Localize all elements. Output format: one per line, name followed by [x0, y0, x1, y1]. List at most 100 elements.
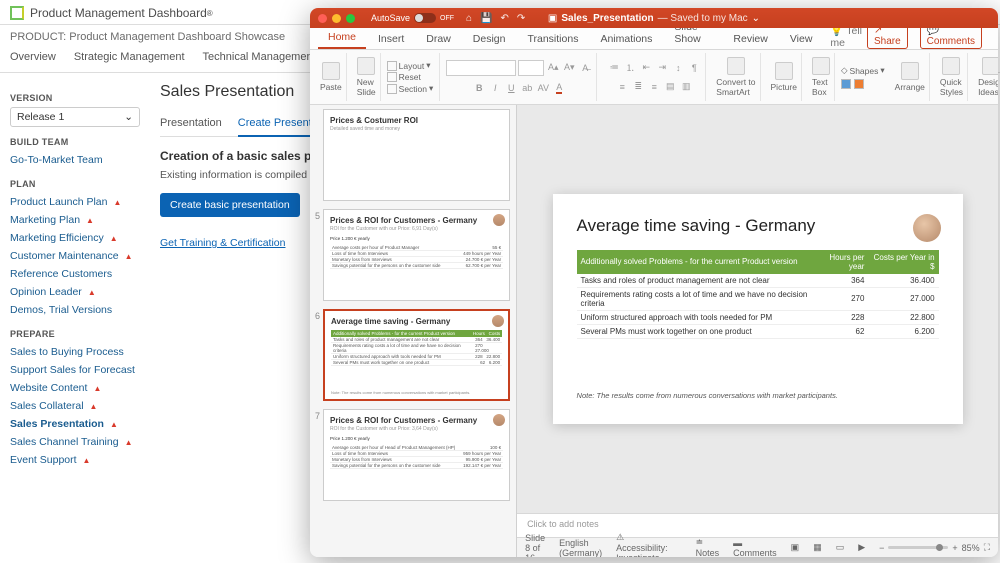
sidebar-item-marketing-efficiency[interactable]: Marketing Efficiency [10, 229, 140, 247]
indent-left-icon[interactable]: ⇤ [639, 61, 653, 75]
ribbon-tab-view[interactable]: View [780, 29, 823, 49]
sidebar-item-sales-channel-training[interactable]: Sales Channel Training [10, 433, 140, 451]
sidebar-item-marketing-plan[interactable]: Marketing Plan [10, 211, 140, 229]
main-tab-overview[interactable]: Overview [10, 45, 56, 72]
slide-thumbnail[interactable]: Prices & Costumer ROIDetailed saved time… [323, 109, 510, 201]
ribbon-tab-transitions[interactable]: Transitions [517, 29, 588, 49]
ribbon-tab-home[interactable]: Home [318, 27, 366, 49]
slideshow-view-icon[interactable]: ▶ [858, 542, 865, 553]
reset-button[interactable]: Reset [387, 72, 434, 82]
subtab-presentation[interactable]: Presentation [160, 113, 222, 136]
convert-smartart-button[interactable]: Convert to SmartArt [712, 53, 760, 101]
notes-pane[interactable]: Click to add notes [517, 513, 998, 537]
normal-view-icon[interactable]: ▣ [791, 542, 800, 553]
numbering-icon[interactable]: ⒈ [623, 61, 637, 75]
strike-icon[interactable]: ab [520, 81, 534, 95]
zoom-out-icon[interactable]: − [879, 543, 884, 553]
version-select[interactable]: Release 1⌄ [10, 107, 140, 127]
justify-icon[interactable]: ▤ [663, 80, 677, 94]
indent-right-icon[interactable]: ⇥ [655, 61, 669, 75]
reading-view-icon[interactable]: ▭ [836, 542, 845, 553]
ribbon-tab-animations[interactable]: Animations [590, 29, 662, 49]
sidebar-item-go-to-market-team[interactable]: Go-To-Market Team [10, 151, 140, 169]
decrease-font-icon[interactable]: A▾ [562, 61, 576, 75]
underline-icon[interactable]: U [504, 81, 518, 95]
align-center-icon[interactable]: ≣ [631, 80, 645, 94]
shapes-button[interactable]: ◇ Shapes ▾ [841, 65, 885, 76]
zoom-slider[interactable] [888, 546, 948, 549]
textbox-button[interactable]: Text Box [808, 53, 835, 101]
notes-toggle[interactable]: ≐ Notes [696, 537, 720, 557]
highlight-icon[interactable]: AV [536, 81, 550, 95]
sidebar-item-reference-customers[interactable]: Reference Customers [10, 265, 140, 283]
main-tab-strategic-management[interactable]: Strategic Management [74, 45, 185, 72]
ribbon-tab-review[interactable]: Review [723, 29, 777, 49]
sidebar-item-opinion-leader[interactable]: Opinion Leader [10, 283, 140, 301]
sidebar-item-sales-collateral[interactable]: Sales Collateral [10, 397, 140, 415]
arrange-button[interactable]: Arrange [891, 53, 930, 101]
redo-icon[interactable]: ↷ [517, 13, 525, 24]
line-spacing-icon[interactable]: ↕ [671, 61, 685, 75]
clear-format-icon[interactable]: A̶ [578, 61, 592, 75]
font-select[interactable] [446, 60, 516, 76]
main-tab-technical-management[interactable]: Technical Management [203, 45, 316, 72]
status-bar: Slide 8 of 16 English (Germany) ⚠ Access… [517, 537, 998, 557]
accessibility-status[interactable]: ⚠ Accessibility: Investigate [616, 532, 668, 557]
avatar [913, 214, 941, 242]
design-ideas-button[interactable]: Design Ideas [974, 53, 998, 101]
ribbon-tab-insert[interactable]: Insert [368, 29, 414, 49]
slide-thumbnail[interactable]: Prices & ROI for Customers - GermanyROI … [323, 209, 510, 301]
sidebar-item-customer-maintenance[interactable]: Customer Maintenance [10, 247, 140, 265]
plan-header: PLAN [10, 179, 140, 189]
slide-thumbnail[interactable]: Prices & ROI for Customers - GermanyROI … [323, 409, 510, 501]
slide-counter: Slide 8 of 16 [525, 533, 545, 558]
sidebar-item-event-support[interactable]: Event Support [10, 451, 140, 469]
save-icon[interactable]: 💾 [480, 13, 492, 24]
undo-icon[interactable]: ↶ [501, 13, 509, 24]
font-size-select[interactable] [518, 60, 544, 76]
layout-button[interactable]: Layout ▾ [387, 60, 434, 71]
language-status[interactable]: English (Germany) [559, 538, 602, 558]
text-direction-icon[interactable]: ¶ [687, 61, 701, 75]
sidebar-item-support-sales-for-forecast[interactable]: Support Sales for Forecast [10, 361, 140, 379]
section-button[interactable]: Section ▾ [387, 83, 434, 94]
table-row: Uniform structured approach with tools n… [577, 310, 939, 324]
increase-font-icon[interactable]: A▴ [546, 61, 560, 75]
create-presentation-button[interactable]: Create basic presentation [160, 193, 300, 217]
slide-thumbnails[interactable]: Prices & Costumer ROIDetailed saved time… [310, 105, 517, 557]
ribbon-tab-draw[interactable]: Draw [416, 29, 461, 49]
minimize-window-icon[interactable] [332, 14, 341, 23]
fullscreen-window-icon[interactable] [346, 14, 355, 23]
document-title[interactable]: ▣ Sales_Presentation — Saved to my Mac ⌄ [548, 13, 760, 24]
zoom-in-icon[interactable]: + [952, 543, 957, 553]
ribbon-tab-design[interactable]: Design [463, 29, 516, 49]
fit-window-icon[interactable]: ⛶ [984, 542, 990, 553]
sidebar-item-sales-to-buying-process[interactable]: Sales to Buying Process [10, 343, 140, 361]
columns-icon[interactable]: ▥ [679, 80, 693, 94]
sidebar-item-sales-presentation[interactable]: Sales Presentation [10, 415, 140, 433]
picture-button[interactable]: Picture [767, 53, 802, 101]
bullets-icon[interactable]: ≔ [607, 61, 621, 75]
font-color-icon[interactable]: A [552, 81, 566, 95]
ribbon-tabs: HomeInsertDrawDesignTransitionsAnimation… [310, 28, 998, 50]
home-icon[interactable]: ⌂ [466, 13, 472, 24]
prepare-header: PREPARE [10, 329, 140, 339]
build-team-header: BUILD TEAM [10, 137, 140, 147]
comments-toggle[interactable]: ▬ Comments [733, 538, 777, 558]
slide-thumbnail[interactable]: Average time saving - GermanyAdditionall… [323, 309, 510, 401]
italic-icon[interactable]: I [488, 81, 502, 95]
sidebar-item-product-launch-plan[interactable]: Product Launch Plan [10, 193, 140, 211]
sorter-view-icon[interactable]: ▦ [813, 542, 822, 553]
sidebar-item-website-content[interactable]: Website Content [10, 379, 140, 397]
paste-button[interactable]: Paste [316, 53, 347, 101]
new-slide-button[interactable]: New Slide [353, 53, 381, 101]
align-left-icon[interactable]: ≡ [615, 80, 629, 94]
autosave-toggle[interactable]: AutoSave OFF [371, 13, 454, 23]
close-window-icon[interactable] [318, 14, 327, 23]
current-slide[interactable]: Average time saving - Germany Additional… [553, 194, 963, 425]
bold-icon[interactable]: B [472, 81, 486, 95]
align-right-icon[interactable]: ≡ [647, 80, 661, 94]
quick-styles-button[interactable]: Quick Styles [936, 53, 968, 101]
sidebar-item-demos-trial-versions[interactable]: Demos, Trial Versions [10, 301, 140, 319]
zoom-level[interactable]: 85% [962, 543, 980, 553]
